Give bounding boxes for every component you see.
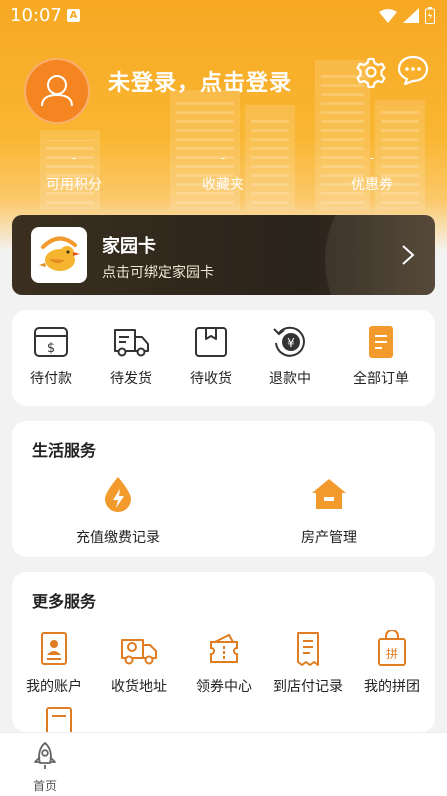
svg-text:¥: ¥ (287, 336, 295, 350)
order-label: 全部订单 (353, 371, 409, 387)
stat-value: - (71, 151, 77, 165)
service-label: 我的账户 (26, 679, 82, 695)
package-box-icon (195, 327, 227, 357)
tab-label: 首页 (32, 779, 57, 793)
service-label: 领券中心 (196, 679, 252, 695)
service-label: 到店付记录 (273, 679, 343, 695)
wallet-icon: $ (34, 327, 68, 357)
stat-points[interactable]: - 可用积分 (19, 151, 129, 194)
bottom-tab-bar: 首页 (0, 732, 447, 796)
more-services-panel: 更多服务 我的账户 收货地址 领券中心 到店付记录 拼 我的拼团 (12, 572, 435, 732)
service-store-pay-records[interactable]: 到店付记录 (266, 630, 350, 696)
order-list-icon (369, 326, 393, 358)
rocket-icon (34, 742, 56, 769)
service-shipping-address[interactable]: 收货地址 (97, 630, 181, 696)
stat-label: 优惠券 (351, 177, 393, 193)
login-prompt[interactable]: 未登录，点击登录 (108, 65, 292, 97)
more-service-icon-partial[interactable] (45, 706, 73, 732)
message-icon[interactable] (397, 55, 429, 85)
service-coupon-center[interactable]: 领券中心 (182, 630, 266, 696)
wifi-icon (379, 8, 397, 23)
profile-header: 10:07 A 未登录，点击登录 - 可用积分 - 收藏夹 - 优惠券 (0, 0, 447, 250)
stat-label: 可用积分 (46, 177, 102, 193)
tab-home[interactable]: 首页 (22, 741, 68, 794)
coupon-icon (210, 633, 238, 663)
user-silhouette-icon (41, 75, 73, 107)
svg-text:$: $ (47, 341, 55, 356)
avatar[interactable] (24, 58, 90, 124)
order-label: 退款中 (269, 371, 311, 387)
gear-icon[interactable] (355, 56, 387, 88)
receipt-icon (297, 632, 319, 666)
section-title: 生活服务 (32, 441, 97, 460)
service-recharge-records[interactable]: 充值缴费记录 (43, 475, 193, 547)
order-pending-receipt[interactable]: 待收货 (169, 324, 253, 388)
stat-label: 收藏夹 (202, 177, 244, 193)
home-card-banner[interactable]: 家园卡 点击可绑定家园卡 (12, 215, 435, 295)
battery-icon (425, 7, 435, 24)
status-time: 10:07 (10, 5, 62, 26)
order-pending-payment[interactable]: $ 待付款 (9, 324, 93, 388)
stat-value: - (369, 151, 375, 165)
bird-logo-icon (39, 236, 80, 271)
home-card-title: 家园卡 (102, 236, 156, 257)
service-label: 房产管理 (301, 530, 357, 546)
stat-value: - (220, 151, 226, 165)
stat-favorites[interactable]: - 收藏夹 (168, 151, 278, 194)
order-label: 待付款 (30, 371, 72, 387)
status-icons (379, 7, 435, 24)
order-label: 待收货 (190, 371, 232, 387)
order-all[interactable]: 全部订单 (339, 324, 423, 388)
account-icon (41, 632, 67, 665)
service-label: 我的拼团 (364, 679, 420, 695)
truck-address-icon (121, 639, 157, 665)
chevron-right-icon (402, 245, 415, 265)
service-property-management[interactable]: 房产管理 (254, 475, 404, 547)
order-label: 待发货 (110, 371, 152, 387)
service-my-account[interactable]: 我的账户 (12, 630, 96, 696)
notification-icon: A (67, 9, 80, 22)
recharge-drop-icon (105, 477, 131, 512)
status-bar: 10:07 A (0, 0, 447, 32)
service-group-buy[interactable]: 拼 我的拼团 (350, 630, 434, 696)
home-card-logo (31, 227, 87, 283)
service-label: 收货地址 (111, 679, 167, 695)
house-icon (312, 479, 346, 509)
orders-panel: $ 待付款 待发货 待收货 ¥ 退款中 全部订单 (12, 310, 435, 406)
signal-icon (403, 8, 419, 23)
banner-decoration (325, 215, 435, 295)
svg-text:拼: 拼 (386, 647, 398, 661)
section-title: 更多服务 (32, 592, 97, 611)
service-label: 充值缴费记录 (76, 530, 160, 546)
group-buy-bag-icon: 拼 (378, 630, 406, 666)
home-card-subtitle: 点击可绑定家园卡 (102, 265, 214, 281)
order-refunding[interactable]: ¥ 退款中 (248, 324, 332, 388)
stat-coupons[interactable]: - 优惠券 (317, 151, 427, 194)
life-services-panel: 生活服务 充值缴费记录 房产管理 (12, 421, 435, 557)
delivery-truck-icon (114, 329, 149, 357)
yuan-refund-icon: ¥ (273, 326, 305, 357)
order-pending-shipment[interactable]: 待发货 (89, 324, 173, 388)
